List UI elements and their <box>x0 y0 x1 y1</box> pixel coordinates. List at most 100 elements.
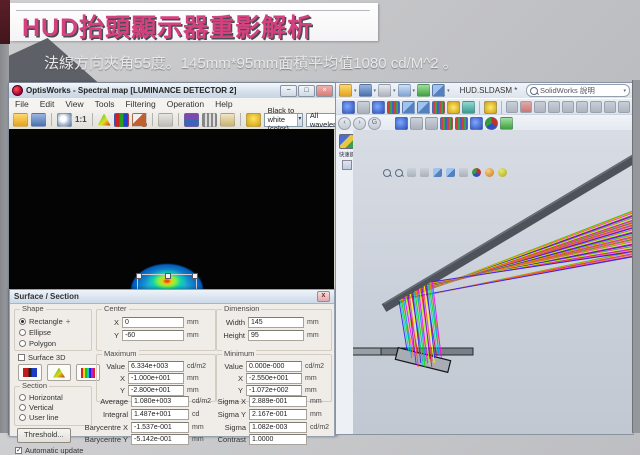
close-button[interactable]: × <box>316 85 333 97</box>
zoom-1to1-button[interactable]: 1:1 <box>75 115 87 124</box>
dialog-titlebar[interactable]: Surface / Section x <box>10 290 334 304</box>
move-component-icon[interactable] <box>357 101 370 114</box>
color-gamut-button[interactable] <box>47 364 71 381</box>
view-orientation-icon[interactable] <box>433 168 442 177</box>
back-icon[interactable]: ‹ <box>338 117 351 130</box>
save-icon[interactable] <box>31 113 46 127</box>
optis-menu-icon[interactable] <box>455 117 468 130</box>
levels-icon[interactable] <box>202 113 217 127</box>
quick-keys-sub-icon[interactable] <box>342 160 352 170</box>
display-style-icon[interactable] <box>446 168 455 177</box>
barycentre-x-field[interactable]: -1.537e-001 <box>131 422 189 433</box>
color-triangle-icon[interactable] <box>98 114 111 126</box>
shape-option-rectangle[interactable]: Rectangle + <box>19 317 88 326</box>
render-icon[interactable] <box>485 117 498 130</box>
quick-keys-icon[interactable] <box>339 134 354 149</box>
menu-operation[interactable]: Operation <box>167 99 204 109</box>
menu-view[interactable]: View <box>65 99 83 109</box>
optisworks-titlebar[interactable]: OptisWorks - Spectral map [LUMINANCE DET… <box>9 83 336 99</box>
hide-show-items-icon[interactable] <box>459 168 468 177</box>
rebuild-icon[interactable] <box>417 84 430 97</box>
shape-option-ellipse[interactable]: Ellipse <box>19 328 88 337</box>
save-icon[interactable] <box>359 84 372 97</box>
interference-icon[interactable] <box>432 101 445 114</box>
sketch-icon[interactable] <box>506 101 518 113</box>
max-x-field[interactable]: -1.000e+001 <box>128 373 184 384</box>
min-value-field[interactable]: 0.000e-000 <box>246 361 302 372</box>
false-color-button[interactable] <box>18 364 42 381</box>
forward-icon[interactable]: › <box>353 117 366 130</box>
luminance-map-viewport[interactable] <box>9 129 334 289</box>
menu-file[interactable]: File <box>15 99 29 109</box>
dialog-close-button[interactable]: x <box>317 291 330 302</box>
undo-icon[interactable] <box>398 84 411 97</box>
axis-icon[interactable] <box>425 117 438 130</box>
sigma-x-field[interactable]: 2.889e-001 <box>249 396 307 407</box>
plane-icon[interactable] <box>410 117 423 130</box>
help-icon[interactable] <box>484 101 497 114</box>
barycentre-y-field[interactable]: -5.142e-001 <box>131 434 189 445</box>
layers-icon[interactable] <box>184 113 199 127</box>
convert-icon[interactable] <box>562 101 574 113</box>
radio-icon[interactable] <box>19 340 26 347</box>
zoom-icon[interactable] <box>57 113 72 127</box>
sigma-field[interactable]: 1.082e-003 <box>249 422 307 433</box>
menu-edit[interactable]: Edit <box>40 99 55 109</box>
assembly-features-icon[interactable] <box>417 101 430 114</box>
integral-field[interactable]: 1.487e+001 <box>131 409 189 420</box>
min-y-field[interactable]: -1.072e+002 <box>246 385 302 396</box>
selection-handle[interactable] <box>165 273 171 279</box>
zoom-fit-icon[interactable] <box>383 169 391 177</box>
checkbox-icon[interactable]: ✓ <box>15 447 22 454</box>
preview-icon[interactable] <box>500 117 513 130</box>
display-delete-icon[interactable] <box>618 101 630 113</box>
relations-icon[interactable] <box>534 101 546 113</box>
pattern-icon[interactable] <box>387 101 400 114</box>
apply-scene-icon[interactable] <box>485 168 494 177</box>
max-y-field[interactable]: -2.800e+001 <box>128 385 184 396</box>
simulation-icon[interactable] <box>440 117 453 130</box>
gamma-icon[interactable] <box>220 113 235 127</box>
section-view-icon[interactable] <box>420 168 429 177</box>
options-icon[interactable] <box>432 84 445 97</box>
min-x-field[interactable]: -2.550e+001 <box>246 373 302 384</box>
print-icon[interactable] <box>378 84 391 97</box>
insert-component-icon[interactable] <box>342 101 355 114</box>
contrast-field[interactable]: 1.0000 <box>249 434 307 445</box>
move-shape-icon[interactable]: + <box>66 319 71 325</box>
mate-icon[interactable] <box>372 101 385 114</box>
selection-handle[interactable] <box>136 273 142 279</box>
solidworks-search-box[interactable]: SolidWorks 說明 ▾ <box>526 84 630 97</box>
mirror-icon[interactable] <box>590 101 602 113</box>
rgb-channels-icon[interactable] <box>114 113 129 127</box>
average-field[interactable]: 1.080e+003 <box>131 396 189 407</box>
solidworks-3d-viewport[interactable] <box>353 130 633 434</box>
exploded-view-icon[interactable] <box>402 101 415 114</box>
trim-icon[interactable] <box>548 101 560 113</box>
menu-tools[interactable]: Tools <box>95 99 115 109</box>
checkbox-icon[interactable] <box>18 354 25 361</box>
clipboard-icon[interactable] <box>158 113 173 127</box>
surface3d-checkbox-row[interactable]: Surface 3D <box>18 353 66 362</box>
up-icon[interactable]: G <box>368 117 381 130</box>
sigma-y-field[interactable]: 2.167e-001 <box>249 409 307 420</box>
center-y-input[interactable]: -60 <box>122 330 184 341</box>
smart-fasteners-icon[interactable] <box>462 101 475 114</box>
previous-view-icon[interactable] <box>407 168 416 177</box>
edit-component-icon[interactable] <box>395 117 408 130</box>
detector-icon[interactable] <box>470 117 483 130</box>
edit-appearance-icon[interactable] <box>472 168 481 177</box>
auto-update-checkbox-row[interactable]: ✓ Automatic update <box>15 446 83 455</box>
open-icon[interactable] <box>339 84 352 97</box>
dimension-icon[interactable] <box>520 101 532 113</box>
bulb-icon[interactable] <box>246 113 261 127</box>
max-value-field[interactable]: 6.334e+003 <box>128 361 184 372</box>
minimize-button[interactable]: − <box>280 85 297 97</box>
shape-option-polygon[interactable]: Polygon <box>19 339 88 348</box>
colormap-select[interactable]: Black to white (color) ▾ <box>264 113 303 127</box>
radio-icon[interactable] <box>19 329 26 336</box>
zoom-area-icon[interactable] <box>395 169 403 177</box>
open-icon[interactable] <box>13 113 28 127</box>
quick-keys-panel[interactable]: 快速鍵 <box>339 134 354 170</box>
selection-handle[interactable] <box>192 273 198 279</box>
